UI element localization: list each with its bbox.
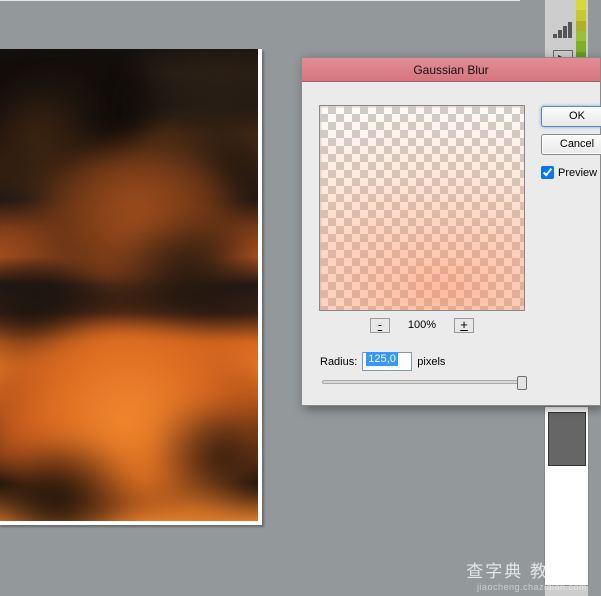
blur-preview[interactable] — [319, 105, 525, 311]
preview-content — [320, 106, 524, 310]
watermark: 查字典 教程网 jiaocheng.chazidian.com — [466, 557, 587, 592]
image-canvas[interactable] — [0, 49, 262, 525]
radius-label: Radius: — [320, 356, 357, 368]
ok-button[interactable]: OK — [541, 106, 601, 127]
preview-checkbox[interactable] — [541, 166, 554, 179]
radius-row: Radius: 125,0 pixels — [320, 352, 445, 371]
watermark-main: 查字典 教程网 — [466, 557, 587, 582]
cancel-button[interactable]: Cancel — [541, 134, 601, 155]
preview-checkbox-label: Preview — [558, 167, 597, 179]
zoom-in-button[interactable]: + — [454, 318, 474, 333]
zoom-out-button[interactable]: - — [370, 318, 390, 333]
history-icon[interactable] — [553, 22, 573, 38]
dialog-title: Gaussian Blur — [302, 58, 600, 82]
radius-unit: pixels — [417, 356, 445, 368]
clouds-image — [0, 49, 258, 521]
radius-slider-thumb[interactable] — [517, 376, 527, 390]
gaussian-blur-dialog: Gaussian Blur - 100% + Radius: 125,0 pix… — [301, 57, 601, 406]
color-swatches[interactable] — [576, 0, 586, 62]
radius-input[interactable]: 125,0 — [362, 352, 412, 371]
watermark-sub: jiaocheng.chazidian.com — [466, 582, 587, 592]
zoom-level-label: 100% — [408, 319, 436, 331]
preview-checkbox-row[interactable]: Preview — [541, 166, 597, 179]
radius-slider[interactable] — [322, 380, 524, 384]
zoom-controls: - 100% + — [319, 316, 525, 334]
layer-thumbnail[interactable] — [548, 412, 586, 466]
